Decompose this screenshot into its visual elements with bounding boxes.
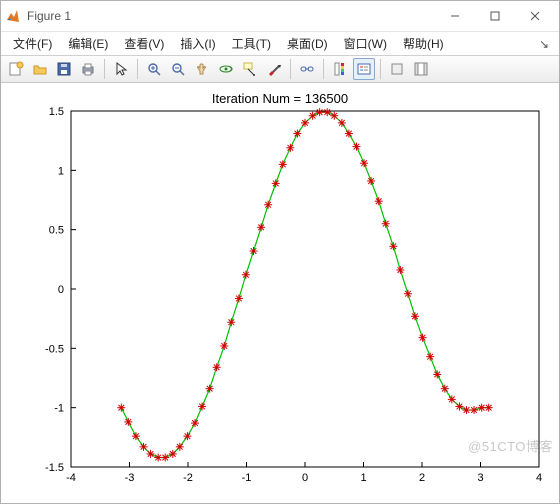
menu-window[interactable]: 窗口(W): [336, 33, 395, 54]
toolbar-separator: [104, 59, 105, 79]
svg-text:0: 0: [58, 284, 64, 296]
svg-text:1.5: 1.5: [49, 106, 64, 118]
data-cursor-button[interactable]: [239, 58, 261, 80]
svg-text:1: 1: [360, 472, 366, 484]
svg-text:-3: -3: [125, 472, 135, 484]
print-button[interactable]: [77, 58, 99, 80]
menu-desktop[interactable]: 桌面(D): [279, 33, 336, 54]
menu-bar: 文件(F) 编辑(E) 查看(V) 插入(I) 工具(T) 桌面(D) 窗口(W…: [1, 31, 559, 55]
toolbar: [1, 55, 559, 83]
svg-text:-0.5: -0.5: [45, 343, 64, 355]
show-plot-tools-button[interactable]: [410, 58, 432, 80]
new-figure-button[interactable]: [5, 58, 27, 80]
menu-insert[interactable]: 插入(I): [172, 33, 223, 54]
rotate-3d-button[interactable]: [215, 58, 237, 80]
window-title: Figure 1: [27, 9, 435, 23]
menu-tools[interactable]: 工具(T): [224, 33, 279, 54]
menu-help[interactable]: 帮助(H): [395, 33, 452, 54]
svg-text:4: 4: [536, 472, 542, 484]
close-button[interactable]: [515, 2, 555, 30]
insert-legend-button[interactable]: [353, 58, 375, 80]
insert-colorbar-button[interactable]: [329, 58, 351, 80]
svg-text:2: 2: [419, 472, 425, 484]
svg-text:-4: -4: [66, 472, 76, 484]
svg-text:-1: -1: [242, 472, 252, 484]
svg-text:0: 0: [302, 472, 308, 484]
zoom-out-button[interactable]: [167, 58, 189, 80]
toolbar-separator: [290, 59, 291, 79]
brush-button[interactable]: [263, 58, 285, 80]
toolbar-separator: [380, 59, 381, 79]
hide-plot-tools-button[interactable]: [386, 58, 408, 80]
chart-canvas: -4 -3 -2 -1 0 1 2 3 4 -1.5 -1 -0.5 0 0.5 1 1.5: [1, 83, 559, 501]
menu-overflow-icon[interactable]: ↘: [533, 37, 555, 51]
svg-text:-2: -2: [183, 472, 193, 484]
open-button[interactable]: [29, 58, 51, 80]
figure-window: Figure 1 文件(F) 编辑(E) 查看(V) 插入(I) 工具(T) 桌…: [0, 0, 560, 504]
menu-edit[interactable]: 编辑(E): [60, 33, 116, 54]
matlab-icon: [5, 8, 21, 24]
axes[interactable]: Iteration Num = 136500 -4-3-2-101234-1.5…: [1, 83, 559, 503]
pan-button[interactable]: [191, 58, 213, 80]
svg-text:3: 3: [477, 472, 483, 484]
menu-file[interactable]: 文件(F): [5, 33, 60, 54]
save-button[interactable]: [53, 58, 75, 80]
svg-text:0.5: 0.5: [49, 225, 64, 237]
pointer-button[interactable]: [110, 58, 132, 80]
svg-text:1: 1: [58, 165, 64, 177]
toolbar-separator: [137, 59, 138, 79]
title-bar: Figure 1: [1, 1, 559, 31]
zoom-in-button[interactable]: [143, 58, 165, 80]
toolbar-separator: [323, 59, 324, 79]
svg-text:-1.5: -1.5: [45, 462, 64, 474]
maximize-button[interactable]: [475, 2, 515, 30]
svg-text:-1: -1: [54, 403, 64, 415]
minimize-button[interactable]: [435, 2, 475, 30]
menu-view[interactable]: 查看(V): [116, 33, 172, 54]
link-button[interactable]: [296, 58, 318, 80]
